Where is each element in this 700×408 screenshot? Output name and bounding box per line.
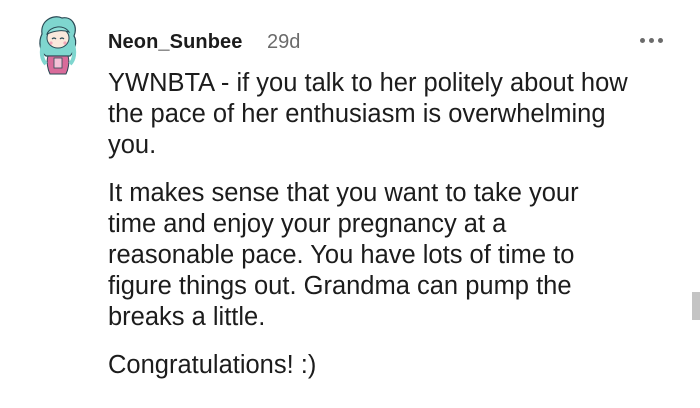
avatar[interactable] (34, 12, 82, 76)
more-options-button[interactable] (636, 28, 666, 52)
comment-paragraph: YWNBTA - if you talk to her politely abo… (108, 69, 628, 159)
more-horizontal-icon (657, 37, 663, 43)
scrollbar-thumb[interactable] (692, 292, 700, 320)
comment-body: YWNBTA - if you talk to her politely abo… (108, 68, 668, 398)
more-horizontal-icon (648, 37, 654, 43)
comment-timestamp[interactable]: 29d (267, 31, 300, 54)
username-link[interactable]: Neon_Sunbee (108, 31, 242, 54)
comment-paragraph: Congratulations! :) (108, 351, 317, 379)
more-horizontal-icon (639, 37, 645, 43)
user-avatar-icon (39, 16, 77, 75)
comment-paragraph: It makes sense that you want to take you… (108, 179, 579, 331)
